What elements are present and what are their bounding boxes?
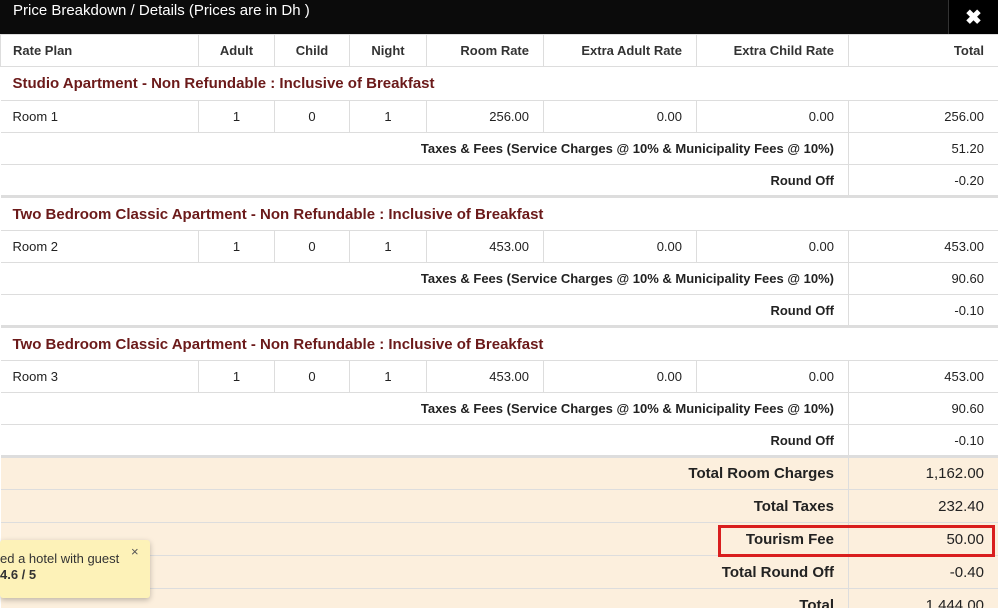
roundoff-row: Round Off -0.20 — [0, 164, 998, 197]
room-name: Room 3 — [0, 360, 199, 393]
room-row: Room 1 1 0 1 256.00 0.00 0.00 256.00 — [0, 100, 998, 133]
room-adult: 1 — [198, 100, 275, 133]
room-adult: 1 — [198, 360, 275, 393]
col-room-rate: Room Rate — [426, 34, 544, 67]
room-extra-child: 0.00 — [696, 360, 849, 393]
col-adult: Adult — [198, 34, 275, 67]
taxes-label: Taxes & Fees (Service Charges @ 10% & Mu… — [0, 392, 849, 425]
rating-toast: ed a hotel with guest 4.6 / 5 × — [0, 540, 150, 598]
taxes-value: 90.60 — [848, 392, 998, 425]
col-rate-plan: Rate Plan — [0, 34, 199, 67]
roundoff-row: Round Off -0.10 — [0, 294, 998, 327]
roundoff-label: Round Off — [0, 424, 849, 457]
close-icon: × — [131, 544, 139, 559]
rate-plan-row: Studio Apartment - Non Refundable : Incl… — [0, 66, 998, 101]
col-total: Total — [848, 34, 998, 67]
room-total: 453.00 — [848, 230, 998, 263]
col-extra-child-rate: Extra Child Rate — [696, 34, 849, 67]
price-breakdown-table: Rate Plan Adult Child Night Room Rate Ex… — [0, 34, 998, 608]
summary-row-total: Total 1,444.00 — [0, 588, 998, 608]
modal-header: Price Breakdown / Details (Prices are in… — [0, 0, 998, 34]
toast-rating: 4.6 / 5 — [0, 567, 37, 582]
room-night: 1 — [349, 360, 427, 393]
toast-text: ed a hotel with guest — [0, 551, 120, 566]
roundoff-value: -0.10 — [848, 294, 998, 327]
roundoff-value: -0.10 — [848, 424, 998, 457]
taxes-row: Taxes & Fees (Service Charges @ 10% & Mu… — [0, 262, 998, 295]
summary-value: 232.40 — [848, 489, 998, 523]
col-night: Night — [349, 34, 427, 67]
room-extra-adult: 0.00 — [543, 360, 697, 393]
taxes-value: 90.60 — [848, 262, 998, 295]
summary-value: 1,444.00 — [848, 588, 998, 608]
close-icon: ✖ — [965, 6, 982, 29]
toast-close-button[interactable]: × — [131, 544, 139, 559]
rate-plan-row: Two Bedroom Classic Apartment - Non Refu… — [0, 195, 998, 231]
summary-value: -0.40 — [848, 555, 998, 589]
taxes-label: Taxes & Fees (Service Charges @ 10% & Mu… — [0, 262, 849, 295]
room-row: Room 2 1 0 1 453.00 0.00 0.00 453.00 — [0, 230, 998, 263]
roundoff-label: Round Off — [0, 294, 849, 327]
roundoff-value: -0.20 — [848, 164, 998, 197]
rate-plan-name: Studio Apartment - Non Refundable : Incl… — [0, 66, 998, 101]
room-child: 0 — [274, 360, 350, 393]
close-button[interactable]: ✖ — [948, 0, 998, 34]
summary-row-total-taxes: Total Taxes 232.40 — [0, 489, 998, 523]
summary-row-total-room-charges: Total Room Charges 1,162.00 — [0, 455, 998, 490]
rate-plan-row: Two Bedroom Classic Apartment - Non Refu… — [0, 325, 998, 361]
rate-plan-name: Two Bedroom Classic Apartment - Non Refu… — [0, 325, 998, 361]
summary-row-total-round-off: Total Round Off -0.40 — [0, 555, 998, 589]
taxes-row: Taxes & Fees (Service Charges @ 10% & Mu… — [0, 132, 998, 165]
room-child: 0 — [274, 230, 350, 263]
rate-plan-name: Two Bedroom Classic Apartment - Non Refu… — [0, 195, 998, 231]
room-child: 0 — [274, 100, 350, 133]
room-night: 1 — [349, 230, 427, 263]
col-extra-adult-rate: Extra Adult Rate — [543, 34, 697, 67]
room-total: 256.00 — [848, 100, 998, 133]
summary-label: Total Room Charges — [0, 455, 849, 490]
room-name: Room 2 — [0, 230, 199, 263]
roundoff-label: Round Off — [0, 164, 849, 197]
taxes-label: Taxes & Fees (Service Charges @ 10% & Mu… — [0, 132, 849, 165]
tourism-fee-highlight — [718, 525, 995, 557]
table-header-row: Rate Plan Adult Child Night Room Rate Ex… — [0, 34, 998, 67]
room-rate: 256.00 — [426, 100, 544, 133]
summary-label: Total Taxes — [0, 489, 849, 523]
roundoff-row: Round Off -0.10 — [0, 424, 998, 457]
col-child: Child — [274, 34, 350, 67]
room-extra-child: 0.00 — [696, 230, 849, 263]
room-total: 453.00 — [848, 360, 998, 393]
room-rate: 453.00 — [426, 230, 544, 263]
room-extra-adult: 0.00 — [543, 230, 697, 263]
room-night: 1 — [349, 100, 427, 133]
summary-value: 1,162.00 — [848, 455, 998, 490]
room-rate: 453.00 — [426, 360, 544, 393]
room-adult: 1 — [198, 230, 275, 263]
taxes-row: Taxes & Fees (Service Charges @ 10% & Mu… — [0, 392, 998, 425]
modal-title: Price Breakdown / Details (Prices are in… — [13, 2, 310, 19]
room-row: Room 3 1 0 1 453.00 0.00 0.00 453.00 — [0, 360, 998, 393]
taxes-value: 51.20 — [848, 132, 998, 165]
room-extra-child: 0.00 — [696, 100, 849, 133]
room-name: Room 1 — [0, 100, 199, 133]
room-extra-adult: 0.00 — [543, 100, 697, 133]
